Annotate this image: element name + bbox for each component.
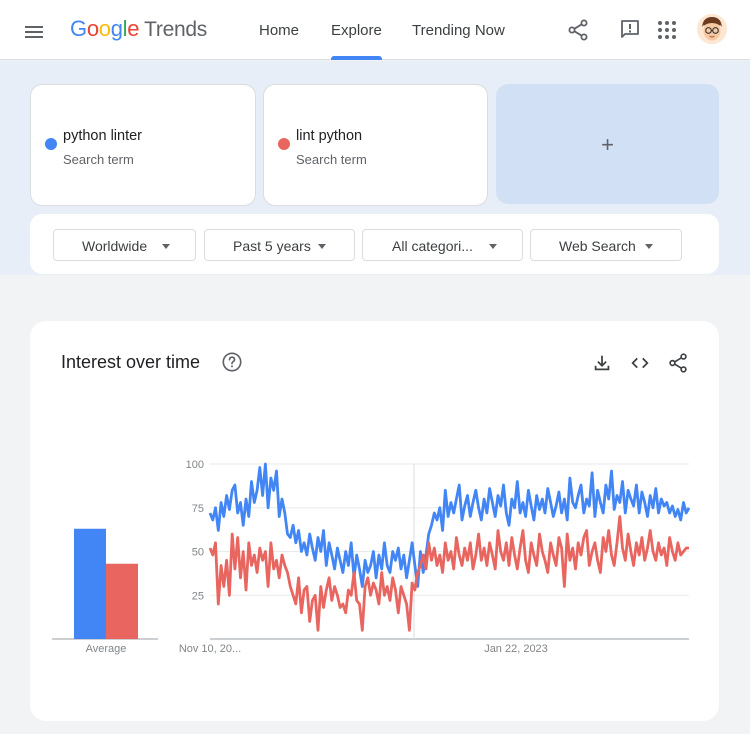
- series-line-lint-python[interactable]: [208, 515, 689, 632]
- search-term-card-python-linter[interactable]: python linter Search term: [30, 84, 256, 206]
- y-tick-label: 50: [192, 547, 204, 559]
- caret-down-icon: [162, 244, 170, 249]
- average-bar-python-linter[interactable]: [74, 528, 106, 639]
- download-icon[interactable]: [591, 352, 613, 374]
- interest-over-time-chart[interactable]: 25 50 75 100 Nov 10, 20... Jan 22, 2023 Averag…: [30, 321, 719, 721]
- google-trends-logo[interactable]: Google Trends: [70, 16, 207, 42]
- add-comparison-button[interactable]: +: [496, 84, 719, 204]
- search-term-card-lint-python[interactable]: lint python Search term: [263, 84, 488, 206]
- app-header: Google Trends Home Explore Trending Now: [0, 0, 750, 60]
- chart-title: Interest over time: [61, 352, 201, 372]
- time-range-filter-dropdown[interactable]: Past 5 years: [204, 229, 355, 261]
- term-color-dot: [45, 138, 57, 150]
- y-tick-label: 25: [192, 590, 204, 602]
- caret-down-icon: [318, 244, 326, 249]
- region-filter-dropdown[interactable]: Worldwide: [53, 229, 196, 261]
- filter-label: All categori...: [392, 238, 473, 254]
- menu-icon[interactable]: [22, 20, 46, 44]
- x-tick-label: Nov 10, 20...: [179, 643, 241, 655]
- share-icon[interactable]: [667, 352, 689, 374]
- term-name: python linter: [63, 128, 142, 144]
- share-icon[interactable]: [566, 18, 590, 42]
- term-color-dot: [278, 138, 290, 150]
- nav-tab-home[interactable]: Home: [259, 22, 299, 39]
- x-tick-label: Jan 22, 2023: [484, 643, 548, 655]
- filter-label: Worldwide: [82, 238, 148, 254]
- interest-over-time-card: 25 50 75 100 Nov 10, 20... Jan 22, 2023 Averag…: [30, 321, 719, 721]
- average-bar-lint-python[interactable]: [106, 563, 138, 639]
- nav-tab-explore[interactable]: Explore: [331, 22, 382, 39]
- term-name: lint python: [296, 128, 363, 144]
- filter-label: Web Search: [559, 238, 636, 254]
- filter-label: Past 5 years: [233, 238, 311, 254]
- apps-icon[interactable]: [655, 18, 679, 42]
- nav-tab-trending-now[interactable]: Trending Now: [412, 22, 505, 39]
- average-label: Average: [86, 643, 127, 655]
- embed-code-icon[interactable]: [629, 352, 651, 374]
- caret-down-icon: [645, 244, 653, 249]
- y-tick-label: 100: [186, 459, 204, 471]
- category-filter-dropdown[interactable]: All categori...: [362, 229, 523, 261]
- plus-icon: +: [601, 132, 614, 157]
- series-line-python-linter[interactable]: [208, 462, 691, 588]
- term-type: Search term: [296, 152, 367, 167]
- y-tick-label: 75: [192, 503, 204, 515]
- term-type: Search term: [63, 152, 134, 167]
- active-tab-indicator: [331, 56, 382, 60]
- search-type-filter-dropdown[interactable]: Web Search: [530, 229, 682, 261]
- feedback-icon[interactable]: [618, 18, 642, 42]
- filter-bar: Worldwide Past 5 years All categori... W…: [30, 214, 719, 274]
- help-icon[interactable]: [221, 351, 243, 373]
- avatar[interactable]: [697, 14, 727, 44]
- caret-down-icon: [489, 244, 497, 249]
